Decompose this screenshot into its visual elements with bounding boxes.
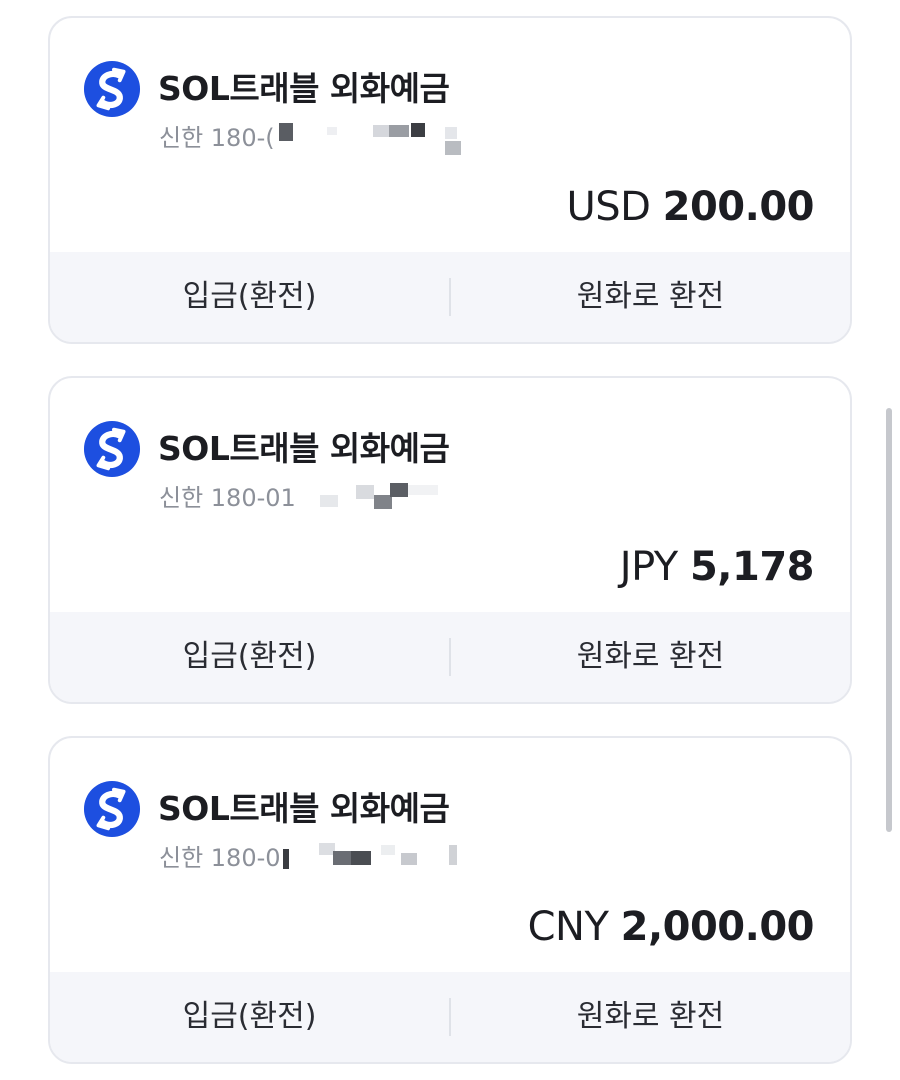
account-card[interactable]: SOL트래블 외화예금 신한 180-( USD 200.00 입금(환전) 원… [48,16,852,344]
masked-account-digits [281,841,471,871]
account-list-page: SOL트래블 외화예금 신한 180-( USD 200.00 입금(환전) 원… [0,0,900,1080]
account-actions: 입금(환전) 원화로 환전 [50,252,850,342]
account-title: SOL트래블 외화예금 [158,69,450,108]
currency-code: USD [566,184,651,230]
balance-amount: 5,178 [689,544,815,590]
balance-amount: 200.00 [662,184,815,230]
currency-code: CNY [527,904,609,950]
account-card-body[interactable]: SOL트래블 외화예금 신한 180-( USD 200.00 [50,18,850,256]
account-number-text: 신한 180-0 [159,844,281,872]
masked-account-digits [275,121,475,155]
account-number-text: 신한 180-01 [159,484,296,512]
account-card-body[interactable]: SOL트래블 외화예금 신한 180-01 JPY 5,178 [50,378,850,616]
convert-to-krw-button[interactable]: 원화로 환전 [451,612,850,702]
account-title: SOL트래블 외화예금 [158,429,450,468]
deposit-exchange-button[interactable]: 입금(환전) [50,252,449,342]
shinhan-bank-logo-icon [83,420,141,478]
account-balance: JPY 5,178 [619,544,815,590]
scrollbar[interactable] [886,408,892,832]
account-number: 신한 180-0 [159,838,471,873]
account-card-body[interactable]: SOL트래블 외화예금 신한 180-0 CNY 2,000.00 [50,738,850,976]
account-number: 신한 180-( [159,118,475,155]
account-number-text: 신한 180-( [159,124,275,152]
deposit-exchange-button[interactable]: 입금(환전) [50,972,449,1062]
convert-to-krw-button[interactable]: 원화로 환전 [451,252,850,342]
convert-to-krw-button[interactable]: 원화로 환전 [451,972,850,1062]
account-card[interactable]: SOL트래블 외화예금 신한 180-01 JPY 5,178 입금(환전) 원… [48,376,852,704]
deposit-exchange-button[interactable]: 입금(환전) [50,612,449,702]
account-balance: USD 200.00 [566,184,814,230]
account-actions: 입금(환전) 원화로 환전 [50,612,850,702]
account-balance: CNY 2,000.00 [527,904,815,950]
balance-amount: 2,000.00 [620,904,815,950]
shinhan-bank-logo-icon [83,780,141,838]
account-actions: 입금(환전) 원화로 환전 [50,972,850,1062]
masked-account-digits [296,481,476,511]
account-number: 신한 180-01 [159,478,476,513]
account-title: SOL트래블 외화예금 [158,789,450,828]
account-card[interactable]: SOL트래블 외화예금 신한 180-0 CNY 2,000.00 입금(환전)… [48,736,852,1064]
shinhan-bank-logo-icon [83,60,141,118]
currency-code: JPY [619,544,678,590]
